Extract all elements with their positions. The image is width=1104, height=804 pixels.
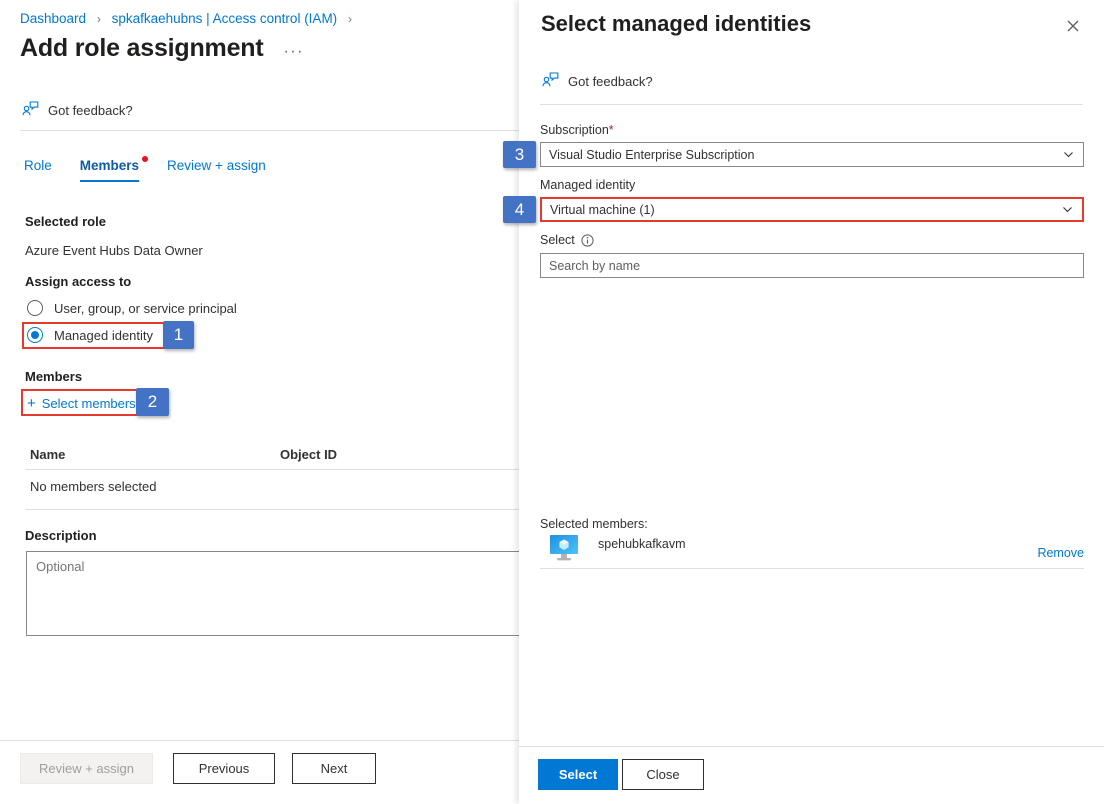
managed-identity-dropdown[interactable]: Virtual machine (1) [540, 197, 1084, 222]
members-label: Members [25, 369, 82, 384]
description-label: Description [25, 528, 97, 543]
feedback-person-icon [22, 101, 39, 119]
previous-button[interactable]: Previous [173, 753, 275, 784]
panel-header-divider [540, 104, 1083, 105]
select-members-label: Select members [42, 396, 136, 411]
page-title-row: Add role assignment ··· [20, 34, 304, 63]
close-button[interactable]: Close [622, 759, 704, 790]
breadcrumb-separator-icon-2: › [348, 12, 352, 26]
page-title: Add role assignment [20, 34, 263, 63]
selected-member-divider [540, 568, 1084, 569]
selected-members-label: Selected members: [540, 517, 648, 531]
radio-managed-identity-label: Managed identity [54, 328, 153, 343]
panel-title: Select managed identities [541, 11, 811, 37]
search-input[interactable] [540, 253, 1084, 278]
info-icon[interactable] [581, 234, 594, 247]
breadcrumb-item-access-control[interactable]: spkafkaehubns | Access control (IAM) [112, 11, 338, 26]
tab-review-assign-label: Review + assign [167, 158, 266, 173]
subscription-value: Visual Studio Enterprise Subscription [549, 148, 754, 162]
next-button[interactable]: Next [292, 753, 376, 784]
footer-divider [0, 740, 519, 741]
select-button[interactable]: Select [538, 759, 618, 790]
required-marker: * [609, 123, 614, 137]
chevron-down-icon-2 [1061, 203, 1074, 216]
subscription-label-text: Subscription [540, 123, 609, 137]
select-field-label: Select [540, 233, 575, 247]
selected-role-label: Selected role [25, 214, 106, 229]
annotation-badge-3: 3 [503, 141, 536, 168]
got-feedback-button-panel[interactable]: Got feedback? [542, 72, 653, 90]
selected-role-value: Azure Event Hubs Data Owner [25, 243, 203, 258]
subscription-dropdown[interactable]: Visual Studio Enterprise Subscription [540, 142, 1084, 167]
radio-user-group-service-principal[interactable]: User, group, or service principal [27, 300, 237, 316]
breadcrumb-separator-icon: › [97, 12, 101, 26]
description-input[interactable] [26, 551, 519, 636]
remove-member-button[interactable]: Remove [1037, 546, 1084, 560]
tab-role[interactable]: Role [24, 158, 52, 182]
review-assign-button[interactable]: Review + assign [20, 753, 153, 784]
radio-user-group-label: User, group, or service principal [54, 301, 237, 316]
managed-identity-label: Managed identity [540, 178, 635, 192]
breadcrumb-item-dashboard[interactable]: Dashboard [20, 11, 86, 26]
tab-members-alert-dot-icon [142, 156, 148, 162]
table-divider-top [25, 469, 519, 470]
table-row-empty: No members selected [30, 479, 156, 494]
breadcrumb: Dashboard › spkafkaehubns | Access contr… [20, 11, 359, 26]
subscription-label: Subscription* [540, 123, 614, 137]
radio-unchecked-icon [27, 300, 43, 316]
select-managed-identities-panel: Select managed identities Got feedback? [519, 0, 1104, 804]
got-feedback-label-panel: Got feedback? [568, 74, 653, 89]
virtual-machine-icon [547, 531, 581, 565]
feedback-person-icon-panel [542, 72, 559, 90]
table-column-header-name: Name [30, 447, 65, 462]
radio-checked-icon [27, 327, 43, 343]
managed-identity-value: Virtual machine (1) [550, 203, 655, 217]
chevron-down-icon [1062, 148, 1075, 161]
radio-managed-identity[interactable]: Managed identity [27, 327, 153, 343]
selected-member-row: spehubkafkavm Remove [540, 530, 1084, 568]
tab-members-label: Members [80, 158, 139, 173]
selected-member-name: spehubkafkavm [598, 537, 686, 551]
close-icon[interactable] [1059, 12, 1087, 40]
got-feedback-label: Got feedback? [48, 103, 133, 118]
annotation-badge-2: 2 [136, 388, 169, 416]
more-options-icon[interactable]: ··· [283, 37, 303, 61]
annotation-badge-1: 1 [163, 321, 194, 349]
annotation-badge-4: 4 [503, 196, 536, 223]
tab-members[interactable]: Members [80, 158, 139, 182]
got-feedback-button[interactable]: Got feedback? [22, 101, 133, 119]
select-members-button[interactable]: + Select members [27, 396, 136, 411]
assign-access-to-label: Assign access to [25, 274, 131, 289]
plus-icon: + [27, 396, 36, 411]
table-column-header-object-id: Object ID [280, 447, 337, 462]
panel-footer-divider [519, 746, 1104, 747]
tab-bar: Role Members Review + assign [24, 158, 266, 182]
tab-role-label: Role [24, 158, 52, 173]
header-divider [20, 130, 519, 131]
add-role-assignment-panel: Dashboard › spkafkaehubns | Access contr… [0, 0, 519, 804]
tab-review-assign[interactable]: Review + assign [167, 158, 266, 182]
table-divider-bottom [25, 509, 519, 510]
